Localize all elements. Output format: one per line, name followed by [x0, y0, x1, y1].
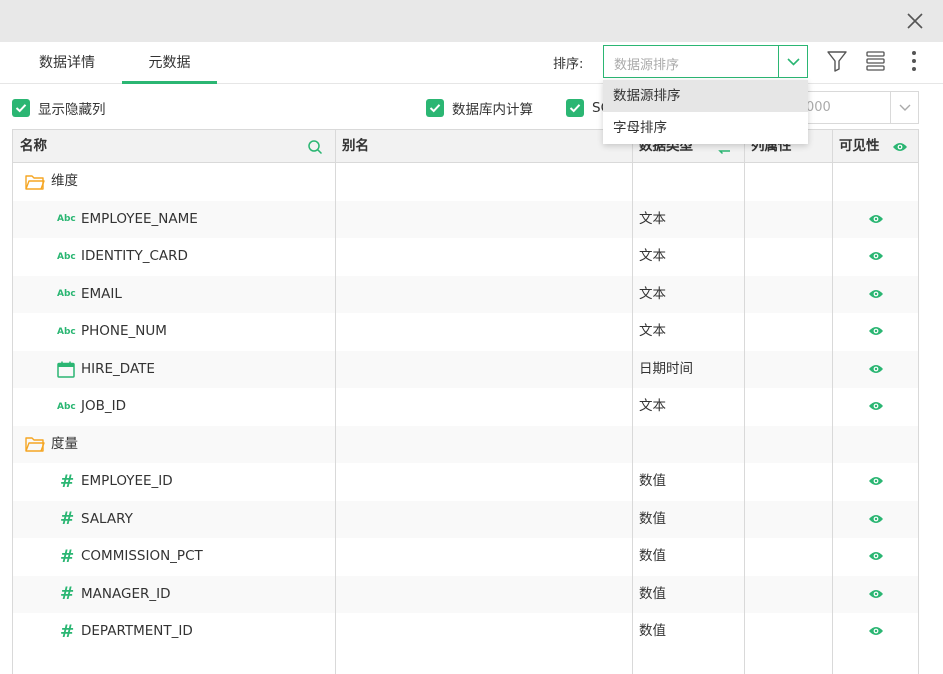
- field-name: EMPLOYEE_NAME: [81, 210, 198, 227]
- folder-icon[interactable]: [25, 426, 45, 464]
- field-data-type[interactable]: 数值: [639, 501, 666, 539]
- table-row[interactable]: # EMPLOYEE_ID 数值: [13, 463, 918, 501]
- more-options-icon[interactable]: [902, 48, 926, 74]
- column-header-name[interactable]: 名称: [13, 130, 47, 163]
- field-name: EMAIL: [81, 285, 122, 302]
- list-layout-icon[interactable]: [864, 48, 888, 74]
- eye-icon[interactable]: [868, 513, 884, 525]
- table-row[interactable]: # MANAGER_ID 数值: [13, 575, 918, 614]
- field-name: COMMISSION_PCT: [81, 548, 203, 564]
- field-data-type[interactable]: 数值: [639, 538, 666, 576]
- calendar-icon: [57, 351, 75, 389]
- sort-option-alphabetical[interactable]: 字母排序: [603, 112, 808, 144]
- table-row[interactable]: Abc EMPLOYEE_NAME 文本: [13, 200, 918, 239]
- number-type-icon: #: [60, 471, 75, 492]
- field-name: HIRE_DATE: [81, 360, 155, 377]
- checkbox-checked-icon[interactable]: [12, 99, 30, 117]
- close-icon[interactable]: [905, 11, 925, 31]
- eye-icon[interactable]: [868, 625, 884, 637]
- folder-row-measure[interactable]: 度量: [13, 425, 918, 464]
- folder-row-dimension[interactable]: 维度: [13, 163, 918, 201]
- field-name: EMPLOYEE_ID: [81, 473, 173, 489]
- field-data-type[interactable]: 数值: [639, 576, 666, 614]
- sort-dropdown-menu: 数据源排序 字母排序: [603, 80, 808, 144]
- field-data-type[interactable]: 文本: [639, 238, 666, 276]
- column-divider: [632, 130, 633, 674]
- metadata-grid: 名称 别名 数据类型 列属性 可见性 维度 Abc EMPLOYEE_NAME 文本 A…: [12, 129, 919, 674]
- column-divider: [744, 130, 745, 674]
- table-row[interactable]: Abc JOB_ID 文本: [13, 388, 918, 426]
- field-name: IDENTITY_CARD: [81, 248, 188, 264]
- field-data-type[interactable]: 数值: [639, 463, 666, 501]
- number-type-icon: #: [60, 546, 75, 567]
- column-header-visibility[interactable]: 可见性: [832, 130, 880, 163]
- show-hidden-columns-label: 显示隐藏列: [38, 102, 106, 118]
- chevron-down-icon[interactable]: [778, 46, 807, 77]
- column-divider: [832, 130, 833, 674]
- db-compute-checkbox[interactable]: 数据库内计算: [426, 97, 533, 119]
- field-name: DEPARTMENT_ID: [81, 623, 193, 639]
- show-hidden-columns-checkbox[interactable]: 显示隐藏列: [12, 97, 106, 119]
- eye-icon[interactable]: [868, 550, 884, 562]
- row-limit-value: 000: [806, 100, 831, 115]
- field-name: MANAGER_ID: [81, 585, 171, 602]
- table-row[interactable]: Abc PHONE_NUM 文本: [13, 313, 918, 351]
- eye-icon[interactable]: [868, 250, 884, 262]
- text-type-icon: Abc: [57, 251, 76, 262]
- checkbox-checked-icon[interactable]: [566, 99, 584, 117]
- eye-icon[interactable]: [868, 325, 884, 337]
- column-divider: [335, 130, 336, 674]
- eye-icon[interactable]: [868, 288, 884, 300]
- table-row[interactable]: # SALARY 数值: [13, 500, 918, 539]
- number-type-icon: #: [60, 621, 75, 642]
- field-name: JOB_ID: [81, 398, 126, 414]
- text-type-icon: Abc: [57, 214, 76, 225]
- number-type-icon: #: [60, 584, 75, 605]
- sort-option-datasource[interactable]: 数据源排序: [603, 80, 808, 112]
- table-row[interactable]: Abc EMAIL 文本: [13, 275, 918, 314]
- search-icon[interactable]: [307, 139, 323, 155]
- eye-icon[interactable]: [892, 141, 908, 153]
- eye-icon[interactable]: [868, 588, 884, 600]
- field-data-type[interactable]: 文本: [639, 388, 666, 426]
- table-row[interactable]: Abc IDENTITY_CARD 文本: [13, 238, 918, 276]
- table-row[interactable]: # DEPARTMENT_ID 数值: [13, 613, 918, 651]
- number-type-icon: #: [60, 509, 75, 530]
- eye-icon[interactable]: [868, 400, 884, 412]
- sort-select[interactable]: 数据源排序: [603, 45, 808, 78]
- text-type-icon: Abc: [57, 289, 76, 300]
- text-type-icon: Abc: [57, 326, 76, 337]
- field-data-type[interactable]: 数值: [639, 613, 666, 651]
- folder-label: 度量: [51, 435, 78, 452]
- field-data-type[interactable]: 文本: [639, 313, 666, 351]
- tab-metadata[interactable]: 元数据: [122, 42, 217, 84]
- eye-icon[interactable]: [868, 213, 884, 225]
- table-row[interactable]: # COMMISSION_PCT 数值: [13, 538, 918, 576]
- sort-select-value: 数据源排序: [614, 58, 680, 73]
- tab-data-details[interactable]: 数据详情: [22, 42, 112, 84]
- folder-label: 维度: [51, 173, 78, 189]
- chevron-down-icon[interactable]: [890, 92, 918, 123]
- folder-icon[interactable]: [25, 163, 45, 201]
- field-data-type[interactable]: 文本: [639, 276, 666, 314]
- dialog-title-bar: [0, 0, 943, 42]
- sort-label: 排序:: [553, 57, 584, 72]
- field-data-type[interactable]: 日期时间: [639, 351, 693, 389]
- db-compute-label: 数据库内计算: [452, 102, 533, 118]
- field-name: SALARY: [81, 510, 133, 527]
- row-limit-select[interactable]: 000: [790, 91, 919, 124]
- eye-icon[interactable]: [868, 475, 884, 487]
- filter-icon[interactable]: [825, 48, 849, 74]
- eye-icon[interactable]: [868, 363, 884, 375]
- text-type-icon: Abc: [57, 401, 76, 412]
- field-name: PHONE_NUM: [81, 323, 167, 339]
- checkbox-checked-icon[interactable]: [426, 99, 444, 117]
- field-data-type[interactable]: 文本: [639, 201, 666, 239]
- column-header-alias[interactable]: 别名: [335, 130, 369, 163]
- table-row[interactable]: HIRE_DATE 日期时间: [13, 350, 918, 389]
